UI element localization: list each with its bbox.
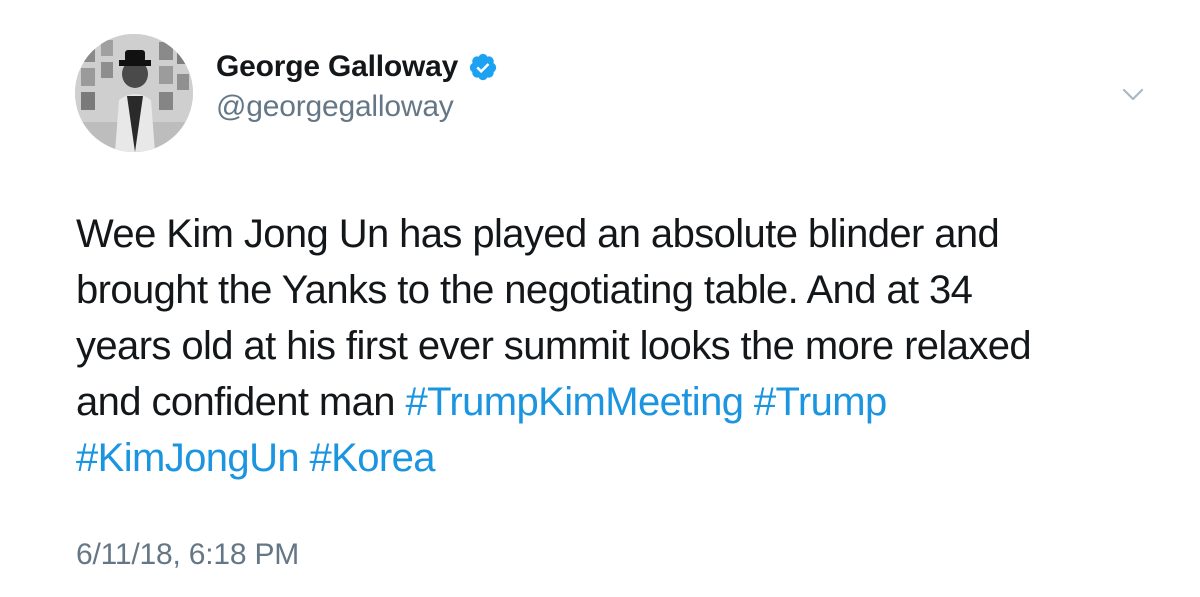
profile-photo [75, 34, 193, 152]
hashtag-link[interactable]: #KimJongUn [76, 436, 300, 480]
verified-badge-icon [468, 52, 498, 82]
hashtag-link[interactable]: #TrumpKimMeeting [405, 380, 744, 424]
hashtag-link[interactable]: #Korea [310, 436, 436, 480]
author-display-name[interactable]: George Galloway [216, 50, 458, 84]
tweet-line: brought the Yanks to the negotiating tab… [76, 268, 973, 312]
tweet-line-text: and confident man [76, 380, 406, 424]
tweet-line: Wee Kim Jong Un has played an absolute b… [76, 212, 1000, 256]
chevron-down-icon[interactable] [1118, 84, 1148, 106]
hashtag-link[interactable]: #Trump [754, 380, 887, 424]
tweet-line: and confident man #TrumpKimMeeting #Trum… [76, 374, 1166, 430]
avatar[interactable] [75, 34, 193, 152]
tweet-text: Wee Kim Jong Un has played an absolute b… [76, 206, 1166, 486]
tweet-timestamp[interactable]: 6/11/18, 6:18 PM [76, 538, 299, 572]
tweet-line: years old at his first ever summit looks… [76, 324, 1032, 368]
tweet-line: #KimJongUn #Korea [76, 430, 1166, 486]
author-handle[interactable]: @georgegalloway [216, 90, 454, 124]
tweet-card: George Galloway @georgegalloway Wee Kim … [0, 0, 1200, 597]
author-name-row: George Galloway [216, 46, 498, 88]
